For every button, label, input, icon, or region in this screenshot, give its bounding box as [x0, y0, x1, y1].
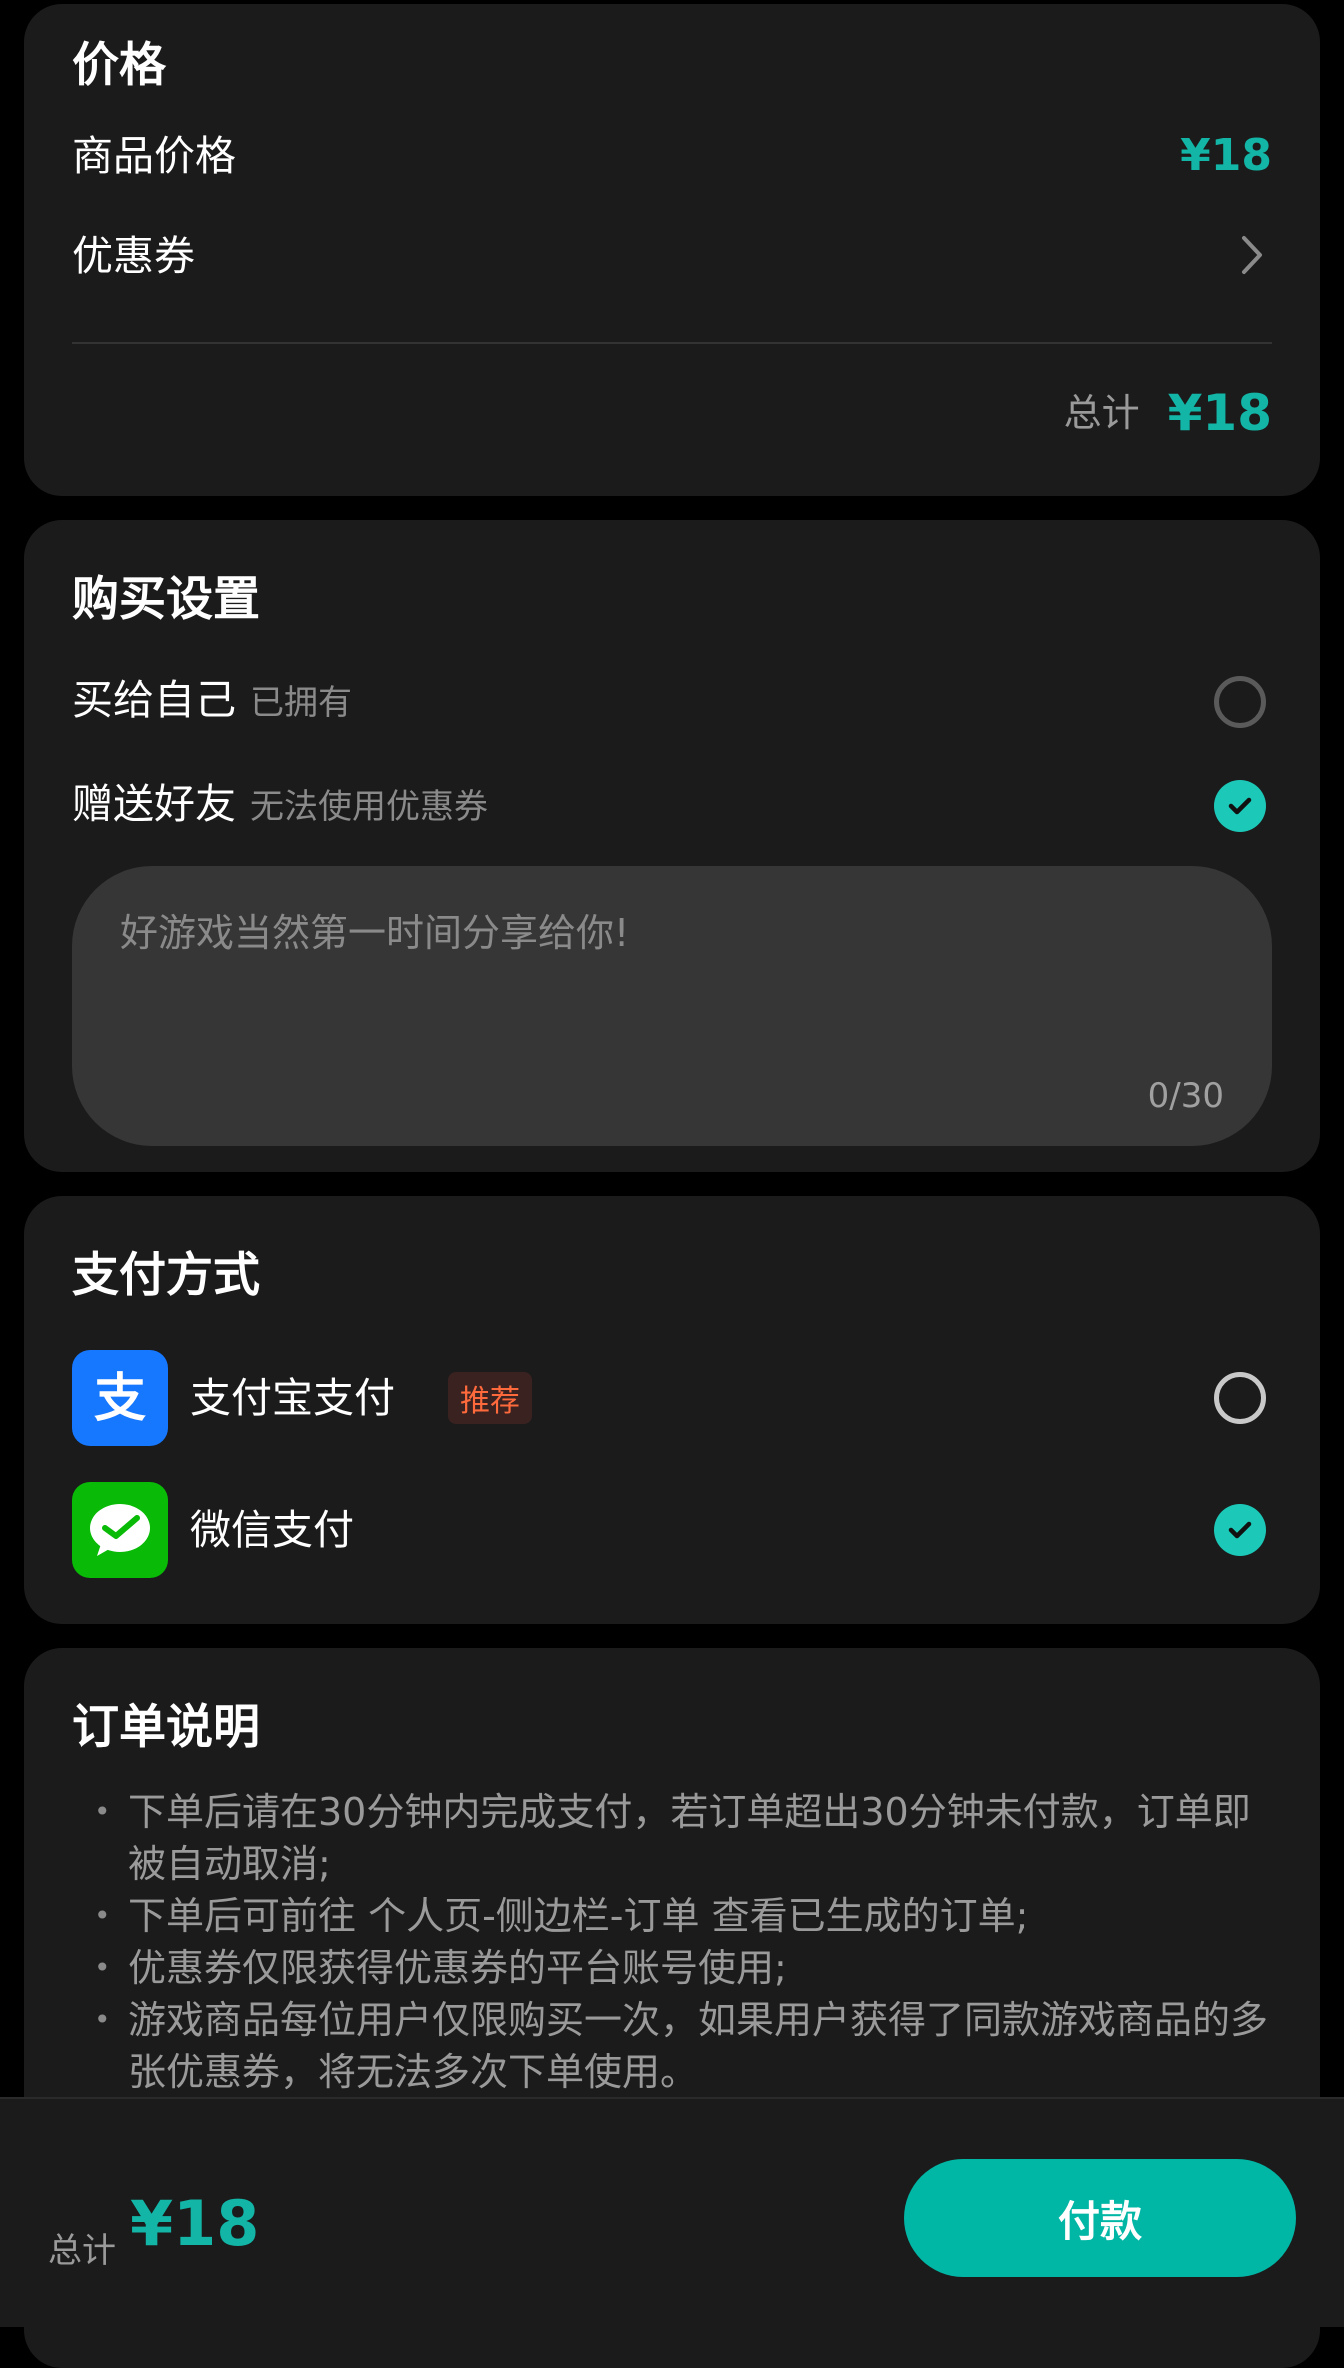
- list-item: 游戏商品每位用户仅限购买一次，如果用户获得了同款游戏商品的多张优惠券，将无法多次…: [94, 1994, 1284, 2098]
- check-icon: [1224, 790, 1256, 822]
- alipay-radio[interactable]: [1214, 1372, 1266, 1424]
- product-price-label: 商品价格: [72, 132, 236, 180]
- wechat-pay-icon: [72, 1482, 168, 1578]
- gift-message-placeholder: 好游戏当然第一时间分享给你!: [120, 911, 630, 955]
- option-gift-radio[interactable]: [1214, 780, 1266, 832]
- option-gift-label: 赠送好友: [72, 780, 236, 828]
- option-self[interactable]: 买给自己 已拥有: [24, 660, 1320, 746]
- chevron-right-icon: [1232, 230, 1272, 280]
- option-gift[interactable]: 赠送好友 无法使用优惠券: [24, 764, 1320, 850]
- wechat-pay-label: 微信支付: [190, 1506, 354, 1554]
- alipay-icon: 支: [72, 1350, 168, 1446]
- payment-section-title: 支付方式: [72, 1248, 260, 1303]
- list-item: 下单后请在30分钟内完成支付，若订单超出30分钟未付款，订单即被自动取消;: [94, 1786, 1284, 1890]
- wechat-pay-radio[interactable]: [1214, 1504, 1266, 1556]
- price-total: 总计 ¥18: [1064, 388, 1272, 438]
- bottom-total-value: ¥18: [130, 2187, 260, 2260]
- alipay-label: 支付宝支付: [190, 1374, 395, 1422]
- checkout-bar: 总计 ¥18 付款: [0, 2097, 1344, 2327]
- payment-method-card: 支付方式 支 支付宝支付 推荐 微信支付: [24, 1196, 1320, 1624]
- option-self-note: 已拥有: [250, 683, 352, 723]
- svg-text:支: 支: [94, 1369, 146, 1429]
- price-total-value: ¥18: [1167, 384, 1272, 442]
- price-section-title: 价格: [72, 38, 166, 93]
- gift-message-count: 0/30: [1147, 1076, 1224, 1116]
- check-icon: [1224, 1514, 1256, 1546]
- notes-section-title: 订单说明: [72, 1700, 260, 1755]
- option-gift-note: 无法使用优惠券: [250, 787, 488, 827]
- gift-message-input[interactable]: 好游戏当然第一时间分享给你! 0/30: [72, 866, 1272, 1146]
- option-self-radio[interactable]: [1214, 676, 1266, 728]
- bottom-total-label: 总计: [48, 2231, 116, 2271]
- purchase-section-title: 购买设置: [72, 572, 260, 627]
- price-divider: [72, 342, 1272, 344]
- price-card: 价格 商品价格 ¥18 优惠券 总计 ¥18: [24, 4, 1320, 496]
- list-item: 下单后可前往 个人页-侧边栏-订单 查看已生成的订单;: [94, 1890, 1284, 1942]
- list-item: 优惠券仅限获得优惠券的平台账号使用;: [94, 1942, 1284, 1994]
- coupon-row[interactable]: 优惠券: [24, 224, 1320, 324]
- option-self-label: 买给自己: [72, 676, 236, 724]
- pay-button[interactable]: 付款: [904, 2159, 1296, 2277]
- coupon-label: 优惠券: [72, 232, 195, 280]
- product-price-value: ¥18: [1180, 130, 1272, 181]
- payment-method-wechat[interactable]: 微信支付: [24, 1482, 1320, 1578]
- order-notes-list: 下单后请在30分钟内完成支付，若订单超出30分钟未付款，订单即被自动取消; 下单…: [94, 1786, 1284, 2098]
- purchase-settings-card: 购买设置 买给自己 已拥有 赠送好友 无法使用优惠券 好游戏当然第一时间分享给你! …: [24, 520, 1320, 1172]
- payment-method-alipay[interactable]: 支 支付宝支付 推荐: [24, 1350, 1320, 1446]
- recommended-badge: 推荐: [448, 1372, 532, 1424]
- price-total-label: 总计: [1063, 391, 1140, 435]
